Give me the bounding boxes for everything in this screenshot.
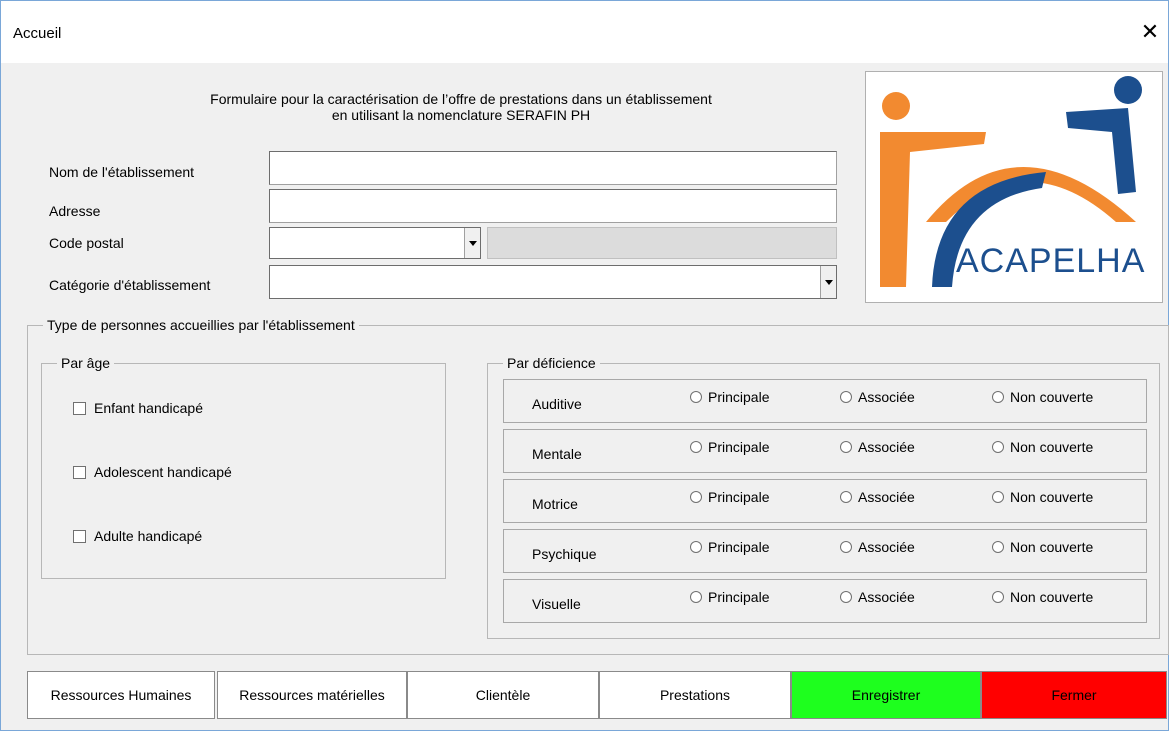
ressources-humaines-button[interactable]: Ressources Humaines [27, 671, 215, 719]
deficience-name: Motrice [532, 496, 578, 512]
checkbox-enfant-handicape[interactable]: Enfant handicapé [73, 400, 203, 416]
prestations-button[interactable]: Prestations [599, 671, 791, 719]
radio-circle-icon[interactable] [840, 541, 852, 553]
radio-label: Non couverte [1010, 489, 1094, 505]
radio-circle-icon[interactable] [690, 391, 702, 403]
close-icon[interactable]: ✕ [1133, 15, 1167, 49]
categorie-select[interactable] [269, 265, 837, 299]
checkbox-box[interactable] [73, 465, 86, 479]
checkbox-adolescent-handicape[interactable]: Adolescent handicapé [73, 464, 232, 480]
acapelha-logo: ACAPELHA [865, 71, 1163, 303]
radio-label: Non couverte [1010, 439, 1094, 455]
deficience-name: Visuelle [532, 596, 581, 612]
chevron-down-icon[interactable] [820, 266, 836, 298]
radio-circle-icon[interactable] [992, 541, 1004, 553]
radio-psychique-2[interactable]: Non couverte [992, 539, 1093, 555]
radio-circle-icon[interactable] [992, 491, 1004, 503]
checkbox-box[interactable] [73, 529, 86, 543]
code-postal-select[interactable] [269, 227, 481, 259]
logo-text: ACAPELHA [956, 242, 1146, 280]
radio-motrice-2[interactable]: Non couverte [992, 489, 1093, 505]
ressources-materielles-button[interactable]: Ressources matérielles [217, 671, 407, 719]
radio-motrice-0[interactable]: Principale [690, 489, 769, 505]
radio-psychique-0[interactable]: Principale [690, 539, 769, 555]
window-title: Accueil [13, 25, 62, 42]
radio-visuelle-0[interactable]: Principale [690, 589, 769, 605]
deficience-name: Auditive [532, 396, 582, 412]
radio-circle-icon[interactable] [690, 591, 702, 603]
radio-circle-icon[interactable] [840, 441, 852, 453]
checkbox-label: Adulte handicapé [94, 528, 203, 544]
accueil-dialog: Accueil ✕ Formulaire pour la caractérisa… [0, 0, 1169, 731]
radio-circle-icon[interactable] [840, 491, 852, 503]
radio-circle-icon[interactable] [690, 441, 702, 453]
radio-label: Associée [858, 439, 915, 455]
checkbox-box[interactable] [73, 401, 86, 415]
par-deficience-title: Par déficience [503, 355, 600, 371]
ville-readonly-field [487, 227, 837, 259]
chevron-down-icon[interactable] [464, 228, 480, 258]
deficience-row-mentale: Mentale Principale Associée Non couverte [503, 429, 1147, 473]
radio-visuelle-1[interactable]: Associée [840, 589, 915, 605]
code-postal-label: Code postal [49, 235, 124, 251]
adresse-input[interactable] [269, 189, 837, 223]
deficience-row-motrice: Motrice Principale Associée Non couverte [503, 479, 1147, 523]
deficience-name: Psychique [532, 546, 597, 562]
checkbox-label: Adolescent handicapé [94, 464, 232, 480]
radio-label: Associée [858, 539, 915, 555]
radio-auditive-0[interactable]: Principale [690, 389, 769, 405]
adresse-label: Adresse [49, 203, 101, 219]
clientele-button[interactable]: Clientèle [407, 671, 599, 719]
checkbox-label: Enfant handicapé [94, 400, 203, 416]
radio-label: Non couverte [1010, 539, 1094, 555]
radio-circle-icon[interactable] [690, 541, 702, 553]
deficience-row-psychique: Psychique Principale Associée Non couverte [503, 529, 1147, 573]
radio-label: Non couverte [1010, 389, 1094, 405]
radio-circle-icon[interactable] [690, 491, 702, 503]
radio-label: Principale [708, 389, 770, 405]
radio-mentale-2[interactable]: Non couverte [992, 439, 1093, 455]
radio-label: Principale [708, 439, 770, 455]
radio-circle-icon[interactable] [992, 441, 1004, 453]
radio-auditive-1[interactable]: Associée [840, 389, 915, 405]
radio-circle-icon[interactable] [992, 591, 1004, 603]
deficience-name: Mentale [532, 446, 582, 462]
fermer-button[interactable]: Fermer [981, 671, 1167, 719]
heading-line-2: en utilisant la nomenclature SERAFIN PH [331, 107, 591, 123]
radio-mentale-1[interactable]: Associée [840, 439, 915, 455]
nom-label: Nom de l'établissement [49, 164, 195, 180]
radio-label: Associée [858, 589, 915, 605]
form-heading: Formulaire pour la caractérisation de l’… [101, 91, 821, 123]
radio-circle-icon[interactable] [840, 391, 852, 403]
radio-visuelle-2[interactable]: Non couverte [992, 589, 1093, 605]
title-bar: Accueil ✕ [1, 1, 1168, 63]
radio-circle-icon[interactable] [840, 591, 852, 603]
enregistrer-button[interactable]: Enregistrer [791, 671, 981, 719]
radio-label: Principale [708, 589, 770, 605]
radio-label: Principale [708, 539, 770, 555]
radio-circle-icon[interactable] [992, 391, 1004, 403]
checkbox-adulte-handicape[interactable]: Adulte handicapé [73, 528, 202, 544]
radio-label: Principale [708, 489, 770, 505]
type-personnes-title: Type de personnes accueillies par l'étab… [43, 317, 359, 333]
radio-psychique-1[interactable]: Associée [840, 539, 915, 555]
categorie-label: Catégorie d'établissement [49, 277, 211, 293]
radio-label: Associée [858, 489, 915, 505]
radio-mentale-0[interactable]: Principale [690, 439, 769, 455]
radio-auditive-2[interactable]: Non couverte [992, 389, 1093, 405]
nom-etablissement-input[interactable] [269, 151, 837, 185]
radio-motrice-1[interactable]: Associée [840, 489, 915, 505]
radio-label: Associée [858, 389, 915, 405]
par-age-title: Par âge [57, 355, 115, 371]
deficience-row-visuelle: Visuelle Principale Associée Non couverte [503, 579, 1147, 623]
heading-line-1: Formulaire pour la caractérisation de l’… [210, 91, 712, 107]
radio-label: Non couverte [1010, 589, 1094, 605]
deficience-row-auditive: Auditive Principale Associée Non couverte [503, 379, 1147, 423]
